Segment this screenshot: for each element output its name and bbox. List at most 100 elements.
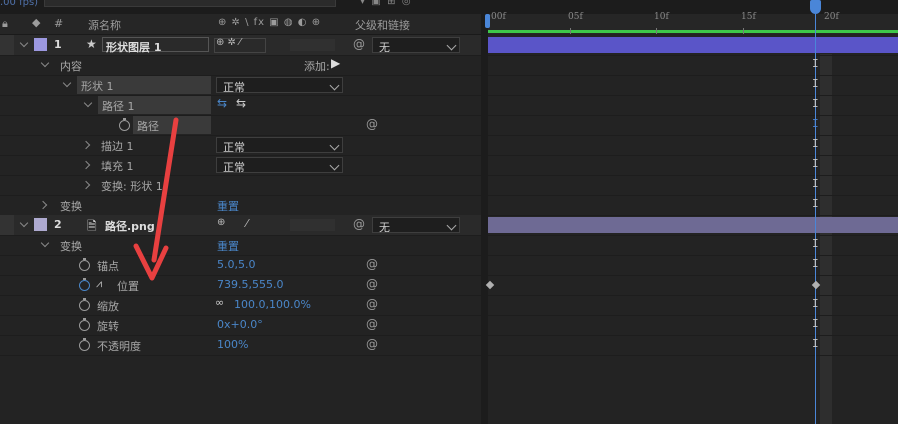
expression-pickwhip-icon[interactable]: @ [366, 257, 378, 271]
chevron-down-icon[interactable] [62, 78, 72, 88]
scale-row[interactable]: 缩放 ∞ 100.0,100.0% @ [0, 295, 481, 316]
lock-icon[interactable]: 🔒︎ [2, 17, 8, 31]
layer-switch-cells[interactable] [290, 39, 335, 51]
layer-lock-cell[interactable] [0, 215, 14, 235]
layer-row-1[interactable]: 1 ★ 形状图层 1 ⊕ ✲ ⁄ @ 无 [0, 35, 481, 56]
parent-link-header[interactable]: 父级和链接 [355, 17, 410, 33]
stopwatch-icon[interactable] [79, 338, 90, 351]
chevron-down-icon[interactable] [40, 58, 50, 68]
expression-pickwhip-icon[interactable]: @ [366, 337, 378, 351]
chevron-right-icon[interactable] [81, 180, 91, 190]
switches-header[interactable]: ⊕ ✲ \ fx ▣ ◍ ◐ ⊕ [218, 17, 321, 28]
layer-duration-bar-2[interactable] [488, 217, 898, 233]
panel-divider[interactable] [481, 14, 488, 424]
quality-icon[interactable]: ⁄ [246, 217, 248, 230]
shy-icon[interactable]: ⊕ [217, 217, 225, 228]
layer-label-color[interactable] [34, 38, 47, 51]
reset-link-2[interactable]: 重置 [217, 238, 239, 254]
fill1-blend-dropdown[interactable]: 正常 [216, 157, 343, 174]
transform-shape-row[interactable]: 变换: 形状 1 [0, 175, 481, 196]
current-time-marker[interactable]: I [812, 197, 819, 210]
chevron-down-icon[interactable] [40, 238, 50, 248]
playhead-handle[interactable] [810, 0, 821, 14]
search-input[interactable] [44, 0, 336, 7]
chevron-down-icon[interactable] [83, 98, 93, 108]
current-time-marker[interactable]: I [812, 297, 819, 310]
expression-pickwhip-icon[interactable]: @ [366, 317, 378, 331]
current-time-marker[interactable]: I [812, 177, 819, 190]
layer-switches[interactable]: ⊕ ✲ ⁄ [214, 37, 266, 53]
layer-bar-row-2[interactable] [488, 215, 898, 236]
current-time-marker[interactable]: I [812, 337, 819, 350]
path-reverse-icon[interactable]: ⇆ [236, 96, 246, 110]
position-value[interactable]: 739.5,555.0 [217, 278, 283, 291]
add-play-icon[interactable]: ▶ [331, 56, 340, 70]
chevron-right-icon[interactable] [38, 200, 48, 210]
stopwatch-active-icon[interactable] [79, 278, 90, 291]
current-time-marker[interactable]: I [812, 117, 819, 130]
reset-link-1[interactable]: 重置 [217, 198, 239, 214]
chevron-right-icon[interactable] [81, 160, 91, 170]
track-row [488, 275, 898, 296]
rotation-value[interactable]: 0x+0.0° [217, 318, 263, 331]
graph-icon[interactable]: ⩘ [96, 277, 102, 291]
transform-label-2: 变换 [60, 240, 82, 253]
current-time-marker[interactable]: I [812, 137, 819, 150]
shape1-blend-dropdown[interactable]: 正常 [216, 77, 343, 94]
toolbar-icons[interactable]: ▾ ▣ ⊞ ◎ [360, 0, 411, 7]
chevron-down-icon[interactable] [19, 38, 29, 48]
path-row[interactable]: 路径 @ [0, 115, 481, 136]
layer-bar-row-1[interactable] [488, 35, 898, 56]
current-time-marker[interactable]: I [812, 77, 819, 90]
path-direction-icon[interactable]: ⇆ [217, 96, 227, 110]
current-time-marker[interactable]: I [812, 317, 819, 330]
path1-row[interactable]: 路径 1 ⇆ ⇆ [0, 95, 481, 116]
anchor-row[interactable]: 锚点 5.0,5.0 @ [0, 255, 481, 276]
current-time-marker[interactable]: I [812, 57, 819, 70]
fill1-row[interactable]: 填充 1 正常 [0, 155, 481, 176]
pickwhip-icon[interactable]: @ [353, 37, 365, 51]
rotation-row[interactable]: 旋转 0x+0.0° @ [0, 315, 481, 336]
layer-name-box[interactable]: 形状图层 1 [102, 37, 209, 54]
layer-switch-cells[interactable] [290, 219, 335, 231]
transform-row-2[interactable]: 变换 重置 [0, 235, 481, 256]
expression-pickwhip-icon[interactable]: @ [366, 297, 378, 311]
contents-row[interactable]: 内容 添加: ▶ [0, 55, 481, 76]
link-icon[interactable]: ∞ [215, 296, 224, 309]
current-time-marker[interactable]: I [812, 97, 819, 110]
expression-pickwhip-icon[interactable]: @ [366, 277, 378, 291]
layer-lock-cell[interactable] [0, 35, 14, 55]
shape1-row[interactable]: 形状 1 正常 [0, 75, 481, 96]
current-time-marker[interactable]: I [812, 157, 819, 170]
position-row[interactable]: ⩘ 位置 739.5,555.0 @ [0, 275, 481, 296]
chevron-down-icon[interactable] [19, 218, 29, 228]
parent-dropdown-1[interactable]: 无 [372, 37, 460, 54]
source-name-header[interactable]: 源名称 [88, 17, 121, 33]
opacity-row[interactable]: 不透明度 100% @ [0, 335, 481, 356]
current-time-marker[interactable]: I [812, 257, 819, 270]
pickwhip-icon[interactable]: @ [353, 217, 365, 231]
current-time-marker[interactable]: I [812, 237, 819, 250]
transform-row-1[interactable]: 变换 重置 [0, 195, 481, 216]
playhead-line[interactable] [815, 14, 816, 424]
chevron-right-icon[interactable] [81, 140, 91, 150]
work-area-start-handle[interactable] [485, 14, 490, 28]
stopwatch-icon[interactable] [119, 118, 130, 131]
stopwatch-icon[interactable] [79, 258, 90, 271]
layer-duration-bar-1[interactable] [488, 37, 898, 53]
parent-dropdown-2[interactable]: 无 [372, 217, 460, 234]
shy-icon[interactable]: ⊕ ✲ ⁄ [216, 37, 241, 48]
stroke1-blend-dropdown[interactable]: 正常 [216, 137, 343, 154]
anchor-value[interactable]: 5.0,5.0 [217, 258, 255, 271]
stopwatch-icon[interactable] [79, 298, 90, 311]
layer-row-2[interactable]: 2 🗎︎ 路径.png ⊕ ⁄ @ 无 [0, 215, 481, 236]
layer-label-color[interactable] [34, 218, 47, 231]
label-tag-icon[interactable]: ◆ [32, 16, 40, 29]
ruler-tick [656, 28, 657, 34]
expression-pickwhip-icon[interactable]: @ [366, 117, 378, 131]
stopwatch-icon[interactable] [79, 318, 90, 331]
opacity-value[interactable]: 100% [217, 338, 248, 351]
stroke1-row[interactable]: 描边 1 正常 [0, 135, 481, 156]
work-area-bar[interactable] [488, 30, 898, 33]
scale-value[interactable]: 100.0,100.0% [234, 298, 311, 311]
